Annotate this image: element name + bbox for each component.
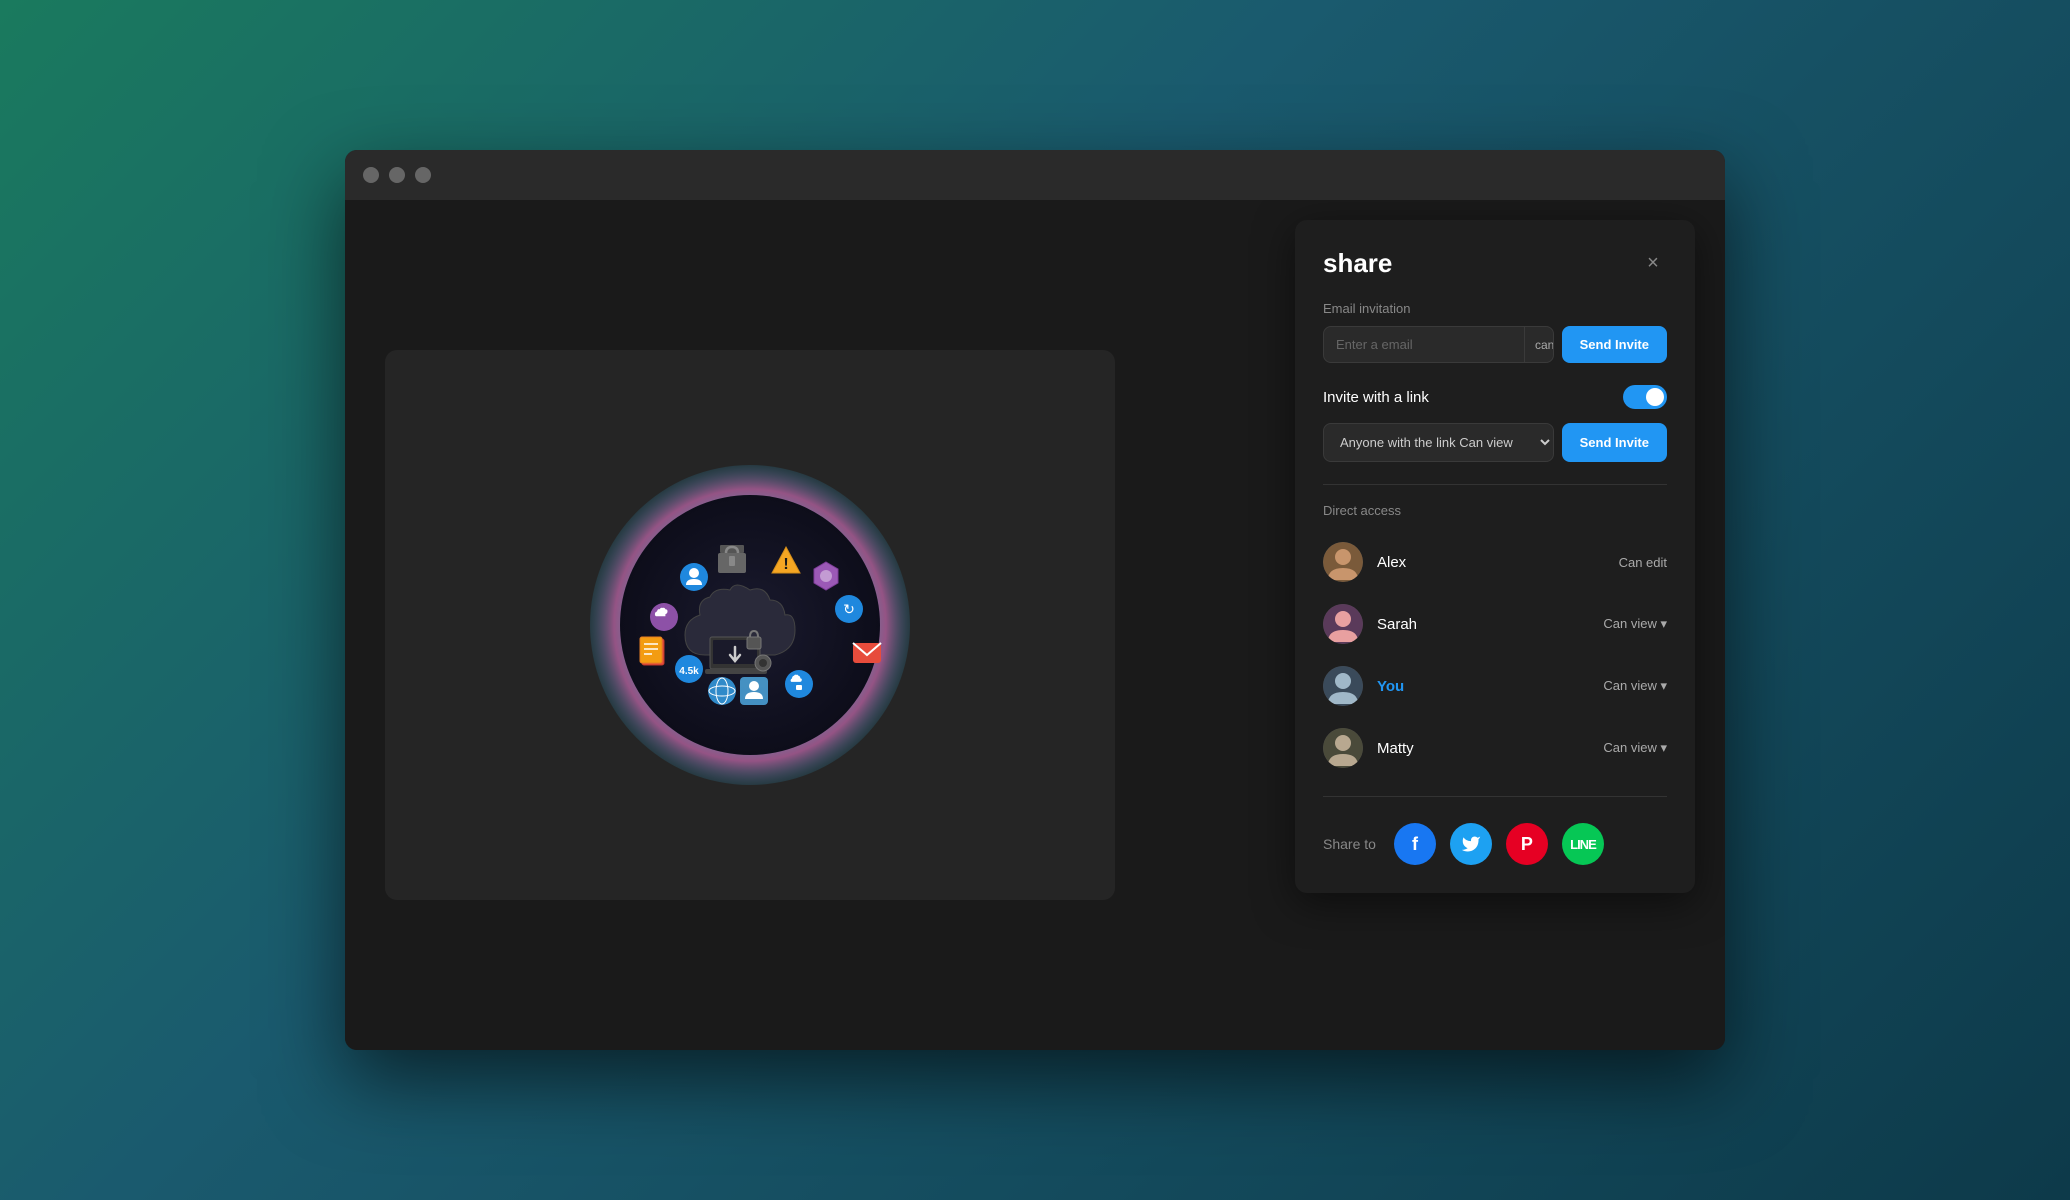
email-section-label: Email invitation [1323, 301, 1667, 316]
close-button[interactable]: × [1639, 250, 1667, 278]
user-item-matty: Matty Can view ▾ [1323, 718, 1667, 778]
link-toggle[interactable] [1623, 385, 1667, 409]
pinterest-share-button[interactable]: P [1506, 823, 1548, 865]
share-panel: share × Email invitation can view ▾ Send… [1295, 220, 1695, 893]
divider-2 [1323, 796, 1667, 797]
traffic-light-minimize[interactable] [389, 167, 405, 183]
user-permission-sarah[interactable]: Can view ▾ [1603, 616, 1667, 632]
email-send-invite-button[interactable]: Send Invite [1562, 326, 1667, 363]
user-item-alex: Alex Can edit [1323, 532, 1667, 592]
facebook-share-button[interactable]: f [1394, 823, 1436, 865]
user-name-you: You [1377, 678, 1589, 695]
link-permission-select[interactable]: Anyone with the link Can view [1323, 423, 1554, 462]
email-row: can view ▾ Send Invite [1323, 326, 1667, 363]
share-to-label: Share to [1323, 836, 1376, 852]
link-label: Invite with a link [1323, 389, 1429, 406]
user-item-sarah: Sarah Can view ▾ [1323, 594, 1667, 654]
share-to-row: Share to f P LINE [1323, 815, 1667, 865]
email-permission-dropdown[interactable]: can view ▾ [1524, 327, 1554, 362]
link-send-invite-button[interactable]: Send Invite [1562, 423, 1667, 462]
twitter-share-button[interactable] [1450, 823, 1492, 865]
app-window: ! ↻ [345, 150, 1725, 1050]
image-preview: ! ↻ [385, 350, 1115, 900]
user-name-alex: Alex [1377, 554, 1605, 571]
link-row: Invite with a link [1323, 385, 1667, 409]
window-content: ! ↻ [345, 200, 1725, 1050]
avatar-sarah [1323, 604, 1363, 644]
user-permission-matty[interactable]: Can view ▾ [1603, 740, 1667, 756]
divider-1 [1323, 484, 1667, 485]
avatar-you [1323, 666, 1363, 706]
avatar-alex [1323, 542, 1363, 582]
user-list: Alex Can edit Sarah Can view ▾ [1323, 532, 1667, 778]
user-permission-alex: Can edit [1619, 555, 1667, 570]
titlebar [345, 150, 1725, 200]
link-controls: Anyone with the link Can view Send Invit… [1323, 423, 1667, 462]
share-title: share [1323, 248, 1392, 279]
user-item-you: You Can view ▾ [1323, 656, 1667, 716]
svg-text:4.5k: 4.5k [679, 666, 699, 677]
svg-text:!: ! [783, 556, 788, 573]
user-name-sarah: Sarah [1377, 616, 1589, 633]
email-input[interactable] [1324, 327, 1524, 362]
svg-text:↻: ↻ [843, 601, 855, 617]
email-input-wrapper: can view ▾ [1323, 326, 1554, 363]
traffic-light-maximize[interactable] [415, 167, 431, 183]
user-name-matty: Matty [1377, 740, 1589, 757]
direct-access-label: Direct access [1323, 503, 1667, 518]
line-share-button[interactable]: LINE [1562, 823, 1604, 865]
traffic-light-close[interactable] [363, 167, 379, 183]
share-header: share × [1323, 248, 1667, 279]
user-permission-you[interactable]: Can view ▾ [1603, 678, 1667, 694]
avatar-matty [1323, 728, 1363, 768]
cloud-illustration: ! ↻ [580, 455, 920, 795]
